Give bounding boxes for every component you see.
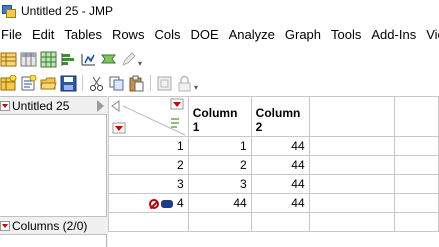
new-script-icon[interactable] (20, 74, 37, 92)
column-header-2[interactable]: Column 2 (250, 96, 310, 137)
columns-menu-red-triangle-icon[interactable] (0, 220, 10, 231)
collapse-panel-icon[interactable] (97, 100, 104, 112)
data-grid: Column 1 Column 2 1 1 44 2 2 44 3 3 44 4… (108, 96, 439, 232)
menu-view[interactable]: View (422, 27, 439, 42)
table-menu-red-triangle-icon[interactable] (0, 100, 10, 111)
empty-cell[interactable] (308, 136, 396, 156)
paste-icon[interactable] (128, 75, 145, 92)
menu-tables[interactable]: Tables (60, 27, 108, 42)
pencil-icon[interactable] (120, 51, 137, 68)
menu-add-ins[interactable]: Add-Ins (367, 27, 422, 42)
cell-column-2[interactable]: 44 (250, 155, 310, 175)
table-panel-header[interactable]: Untitled 25 (0, 96, 107, 115)
cell-column-1[interactable]: 3 (187, 174, 252, 194)
empty-cell[interactable] (250, 212, 310, 232)
data-table-icon[interactable] (0, 51, 17, 68)
empty-cell[interactable] (394, 155, 439, 175)
new-table-icon[interactable] (0, 74, 17, 92)
row-number: 4 (177, 196, 184, 210)
bar-chart-icon[interactable] (60, 51, 77, 68)
save-icon[interactable] (60, 75, 77, 92)
toolbar-analysis: x ▾ (0, 48, 142, 70)
menu-analyze[interactable]: Analyze (225, 27, 281, 42)
toolbar-separator (150, 75, 151, 91)
grid-corner[interactable] (108, 96, 189, 137)
menu-graph[interactable]: Graph (281, 27, 327, 42)
distribution-icon[interactable]: x (80, 51, 97, 68)
data-grid-area: Column 1 Column 2 1 1 44 2 2 44 3 3 44 4… (108, 96, 439, 247)
empty-cell[interactable] (308, 193, 396, 213)
empty-cell[interactable] (308, 212, 396, 232)
cell-column-2[interactable]: 44 (250, 193, 310, 213)
menu-file[interactable]: File (0, 27, 28, 42)
empty-cell[interactable] (308, 155, 396, 175)
columns-panel-label: Columns (2/0) (12, 218, 88, 233)
svg-text:x: x (89, 57, 92, 63)
title-bar: Untitled 25 - JMP (0, 0, 439, 22)
row-state-flags (149, 198, 174, 209)
row-number[interactable]: 3 (108, 174, 189, 194)
hidden-row-icon (161, 199, 174, 208)
cell-column-1[interactable]: 44 (187, 193, 252, 213)
menu-rows[interactable]: Rows (108, 27, 151, 42)
empty-cell[interactable] (394, 193, 439, 213)
copy-icon[interactable] (108, 75, 125, 92)
grid-icon[interactable] (40, 51, 57, 68)
journal-icon[interactable] (156, 75, 173, 92)
window-title: Untitled 25 - JMP (21, 4, 114, 18)
cut-icon[interactable] (88, 75, 105, 92)
columns-panel-header[interactable]: Columns (2/0) (0, 216, 107, 235)
row-number-cell[interactable]: 4 (108, 193, 189, 213)
jmp-app-icon (2, 4, 16, 18)
row-number[interactable]: 2 (108, 155, 189, 175)
toolbar-overflow-icon[interactable]: ▾ (138, 59, 142, 68)
cell-column-2[interactable]: 44 (250, 136, 310, 156)
menu-cols[interactable]: Cols (150, 27, 186, 42)
empty-column-header[interactable] (394, 96, 439, 137)
fit-model-icon[interactable] (100, 51, 117, 68)
cell-column-1[interactable]: 1 (187, 136, 252, 156)
empty-cell[interactable] (394, 174, 439, 194)
cell-column-2[interactable]: 44 (250, 174, 310, 194)
menu-bar: File Edit Tables Rows Cols DOE Analyze G… (0, 24, 439, 44)
empty-cell[interactable] (308, 174, 396, 194)
table-panel: Untitled 25 Columns (2/0) (0, 96, 107, 247)
empty-cell[interactable] (394, 212, 439, 232)
toolbar-file: ▾ (0, 72, 198, 94)
toolbar-overflow-icon[interactable]: ▾ (194, 83, 198, 92)
menu-edit[interactable]: Edit (28, 27, 60, 42)
toolbar-separator (82, 75, 83, 91)
empty-row-number[interactable] (108, 212, 189, 232)
column-header-1[interactable]: Column 1 (187, 96, 252, 137)
empty-column-header[interactable] (308, 96, 396, 137)
lock-icon[interactable] (176, 75, 193, 92)
table-name: Untitled 25 (12, 98, 70, 113)
cell-column-1[interactable]: 2 (187, 155, 252, 175)
menu-tools[interactable]: Tools (327, 27, 367, 42)
open-folder-icon[interactable] (40, 75, 57, 92)
excluded-row-icon (149, 198, 160, 209)
summary-table-icon[interactable] (20, 51, 37, 68)
empty-cell[interactable] (187, 212, 252, 232)
menu-doe[interactable]: DOE (186, 27, 224, 42)
row-number[interactable]: 1 (108, 136, 189, 156)
empty-cell[interactable] (394, 136, 439, 156)
